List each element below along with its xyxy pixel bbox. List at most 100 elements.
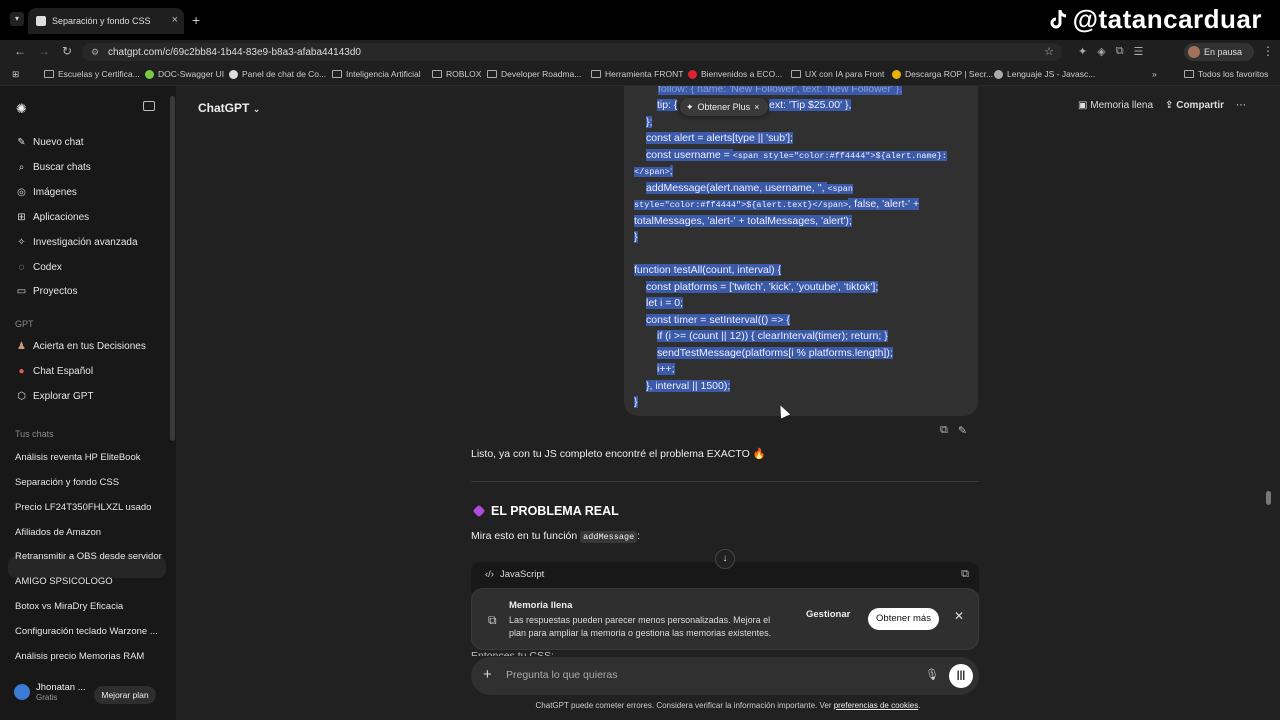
sidebar-gpt-item[interactable]: ● Chat Español	[16, 366, 93, 377]
code-line: tip: {	[657, 99, 678, 111]
close-banner-icon[interactable]: ✕	[954, 609, 964, 623]
close-tab-icon[interactable]: ×	[172, 14, 178, 26]
share-button[interactable]: ⇪ Compartir	[1165, 100, 1224, 111]
scroll-to-bottom-button[interactable]: ↓	[715, 549, 735, 569]
openai-logo-icon[interactable]: ✺	[16, 101, 27, 117]
explore-gpt-icon: ⬡	[17, 391, 26, 402]
sidebar-item-new-chat[interactable]: ✎ Nuevo chat	[16, 137, 83, 148]
chat-composer[interactable]: + Pregunta lo que quieras 🎙 |||	[471, 657, 979, 695]
upgrade-plan-button[interactable]: Mejorar plan	[94, 686, 156, 704]
code-icon: ‹/›	[485, 569, 494, 580]
chat-list-item[interactable]: Configuración teclado Warzone ...	[15, 626, 158, 637]
code-line: }	[634, 231, 638, 243]
code-line: ext: 'Tip $25.00' },	[769, 99, 852, 111]
code-line: const username = <span style="color:#ff4…	[646, 149, 947, 161]
sidebar-explore-gpt[interactable]: ⬡ Explorar GPT	[16, 391, 93, 402]
search-icon: ⌕	[18, 162, 25, 173]
code-line: const timer = setInterval(() => {	[646, 314, 790, 326]
tiktok-logo-icon	[1050, 9, 1066, 28]
sidebar-item-projects[interactable]: ▭ Proyectos	[16, 286, 78, 297]
chat-list-item[interactable]: Separación y fondo CSS	[15, 477, 119, 488]
more-options-icon[interactable]: ⋯	[1236, 100, 1246, 111]
composer-placeholder[interactable]: Pregunta lo que quieras	[506, 669, 618, 681]
bookmark-item[interactable]: Inteligencia Artificial	[332, 69, 421, 79]
new-tab-icon[interactable]: +	[192, 12, 200, 28]
chat-list-item[interactable]: Botox vs MiraDry Eficacia	[15, 601, 123, 612]
bookmark-item[interactable]: UX con IA para Front	[791, 69, 884, 79]
sidebar-item-codex[interactable]: ◌ Codex	[16, 262, 62, 273]
folder-icon	[791, 70, 801, 78]
code-line: </span>;	[634, 165, 673, 177]
chat-list-item[interactable]: Precio LF24T350FHLXZL usado	[15, 502, 151, 513]
copy-icon[interactable]: ⧉	[940, 424, 948, 437]
bookmark-item[interactable]: Panel de chat de Co...	[229, 69, 326, 79]
sidebar-scrollbar[interactable]	[170, 96, 175, 441]
bookmark-item[interactable]: Lenguaje JS - Javasc...	[994, 69, 1095, 79]
rop-icon	[892, 69, 901, 79]
edit-icon[interactable]: ✎	[958, 424, 967, 437]
memory-full-banner: ⧉ Memoria llena Las respuestas pueden pa…	[471, 588, 979, 650]
main-scrollbar[interactable]	[1266, 491, 1271, 505]
code-line: follow: { name: 'New Follower', text: 'N…	[658, 86, 903, 97]
sidebar-item-search[interactable]: ⌕ Buscar chats	[16, 162, 91, 173]
copy-code-icon[interactable]: ⧉	[961, 568, 969, 581]
avatar	[14, 684, 30, 700]
sidebar-gpt-item[interactable]: ♟ Acierta en tus Decisiones	[16, 341, 146, 352]
profile-button[interactable]: En pausa	[1184, 43, 1254, 61]
cookie-preferences-link[interactable]: preferencias de cookies	[834, 701, 919, 710]
sidebar-item-apps[interactable]: ⊞ Aplicaciones	[16, 212, 89, 223]
address-bar[interactable]: ⚙ chatgpt.com/c/69c2bb84-1b44-83e9-b8a3-…	[82, 43, 1062, 61]
toggle-sidebar-icon[interactable]	[143, 101, 155, 111]
bookmark-item[interactable]: Herramienta FRONT	[591, 69, 683, 79]
user-message-bubble: follow: { name: 'New Follower', text: 'N…	[624, 86, 978, 416]
images-icon: ◎	[17, 187, 26, 198]
sidebar-item-images[interactable]: ◎ Imágenes	[16, 187, 77, 198]
gpt-avatar-icon: ♟	[17, 341, 26, 352]
memory-full-button[interactable]: ▣ Memoria llena	[1078, 100, 1153, 111]
get-more-button[interactable]: Obtener más	[868, 608, 939, 630]
profile-avatar	[1188, 46, 1200, 58]
chat-list-item[interactable]: Análisis reventa HP EliteBook	[15, 452, 141, 463]
all-bookmarks[interactable]: Todos los favoritos	[1184, 69, 1268, 79]
get-plus-button[interactable]: ✦ Obtener Plus ×	[680, 98, 768, 116]
folder-icon	[44, 70, 54, 78]
extension-shield-icon[interactable]: ◈	[1097, 45, 1105, 58]
forward-icon[interactable]: →	[38, 44, 50, 58]
extension-icon[interactable]: ✦	[1078, 45, 1087, 58]
manage-memory-button[interactable]: Gestionar	[806, 609, 850, 620]
reading-list-icon[interactable]: ☰	[1134, 45, 1144, 58]
chat-list-item[interactable]: AMIGO SPSICOLOGO	[15, 576, 113, 587]
bookmark-item[interactable]: Bienvenidos a ECO...	[688, 69, 782, 79]
bookmark-item[interactable]: Escuelas y Certifica...	[44, 69, 140, 79]
code-line: totalMessages, 'alert-' + totalMessages,…	[634, 215, 852, 227]
github-icon	[229, 69, 238, 79]
banner-title: Memoria llena	[509, 600, 573, 611]
bookmark-item[interactable]: Descarga ROP | Secr...	[892, 69, 993, 79]
folder-icon: ▭	[16, 286, 27, 297]
bookmark-item[interactable]: ROBLOX	[432, 69, 481, 79]
bookmark-item[interactable]: Developer Roadma...	[487, 69, 581, 79]
add-attachment-icon[interactable]: +	[483, 666, 492, 683]
close-icon[interactable]: ×	[754, 102, 759, 112]
chat-list-item[interactable]: Retransmitir a OBS desde servidor	[15, 551, 162, 562]
chat-list-item[interactable]: Análisis precio Memorias RAM	[15, 651, 144, 662]
apps-grid-icon[interactable]: ⊞	[12, 69, 19, 80]
bookmark-item[interactable]: DOC-Swagger UI	[145, 69, 224, 79]
user-profile[interactable]: Jhonatan ... Gratis	[14, 682, 86, 702]
extensions-puzzle-icon[interactable]: ⧉	[1116, 45, 1124, 58]
back-icon[interactable]: ←	[14, 44, 26, 58]
bookmark-star-icon[interactable]: ☆	[1044, 45, 1054, 58]
model-selector[interactable]: ChatGPT ⌄	[198, 101, 260, 115]
tab-search-icon[interactable]: ▾	[10, 12, 24, 26]
reload-icon[interactable]: ↻	[62, 44, 72, 58]
more-bookmarks-icon[interactable]: »	[1152, 69, 1157, 79]
chat-list-item[interactable]: Afiliados de Amazon	[15, 527, 101, 538]
microphone-icon[interactable]: 🎙	[925, 668, 939, 681]
share-icon: ⇪	[1165, 100, 1174, 111]
browser-menu-icon[interactable]: ⋮	[1262, 44, 1274, 58]
sparkle-icon: ✦	[686, 101, 694, 112]
sidebar-item-deep-research[interactable]: ✧ Investigación avanzada	[16, 237, 137, 248]
site-info-icon[interactable]: ⚙	[91, 47, 101, 57]
browser-tab[interactable]: Separación y fondo CSS ×	[28, 8, 184, 34]
voice-mode-button[interactable]: |||	[949, 664, 973, 688]
